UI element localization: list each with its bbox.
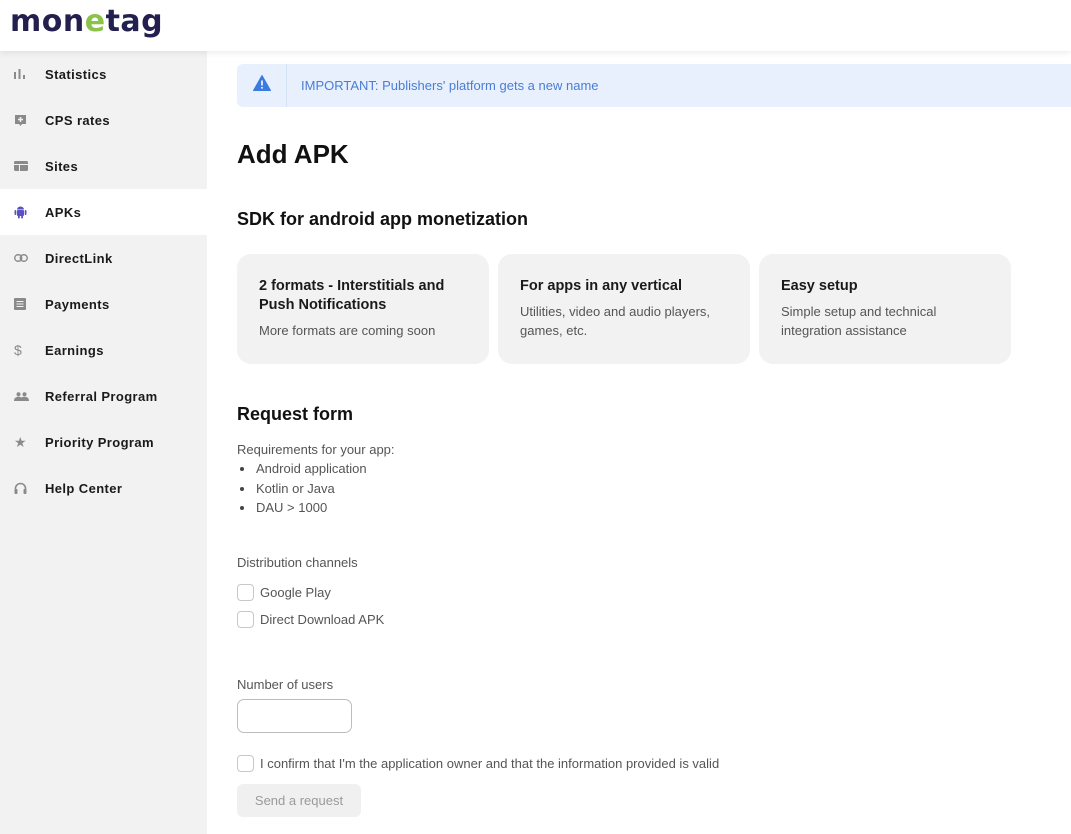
card-text: More formats are coming soon (259, 323, 436, 338)
feature-card: Easy setup Simple setup and technical in… (759, 254, 1011, 364)
people-icon (0, 391, 45, 401)
direct-download-checkbox[interactable] (237, 611, 254, 628)
sidebar-item-label: Priority Program (45, 434, 154, 450)
link-icon (0, 254, 45, 262)
plus-box-icon (0, 114, 45, 127)
sidebar-item-label: Statistics (45, 66, 107, 82)
main-content: IMPORTANT: Publishers' platform gets a n… (207, 51, 1071, 834)
distribution-channels-label: Distribution channels (237, 555, 358, 570)
warning-icon (252, 75, 271, 96)
direct-download-option[interactable]: Direct Download APK (237, 611, 384, 628)
sidebar-item-earnings[interactable]: $ Earnings (0, 327, 207, 373)
notice-icon-container (237, 64, 287, 107)
sidebar-item-referral-program[interactable]: Referral Program (0, 373, 207, 419)
requirements-label: Requirements for your app: (237, 442, 395, 457)
card-text: Utilities, video and audio players, game… (520, 304, 711, 338)
send-request-button[interactable]: Send a request (237, 784, 361, 817)
feature-card: For apps in any vertical Utilities, vide… (498, 254, 750, 364)
card-title: 2 formats - Interstitials and Push Notif… (259, 278, 445, 313)
sidebar: Statistics CPS rates Sites APKs DirectLi… (0, 51, 207, 834)
number-of-users-label: Number of users (237, 677, 334, 692)
request-form-title: Request form (237, 404, 354, 424)
section-title: SDK for android app monetization (237, 209, 528, 229)
feature-cards: 2 formats - Interstitials and Push Notif… (237, 254, 1011, 364)
document-list-icon (0, 298, 45, 310)
checkbox-label: I confirm that I'm the application owner… (260, 756, 720, 771)
sidebar-item-label: Referral Program (45, 388, 158, 404)
dollar-icon: $ (14, 342, 22, 358)
sidebar-item-payments[interactable]: Payments (0, 281, 207, 327)
requirement-item: Android application (237, 459, 367, 479)
sidebar-item-apks[interactable]: APKs (0, 189, 207, 235)
feature-card: 2 formats - Interstitials and Push Notif… (237, 254, 489, 364)
requirement-item: Kotlin or Java (237, 479, 367, 499)
sidebar-item-sites[interactable]: Sites (0, 143, 207, 189)
headset-icon (0, 482, 45, 495)
checkbox-label: Google Play (260, 585, 331, 600)
sidebar-item-directlink[interactable]: DirectLink (0, 235, 207, 281)
number-of-users-input[interactable] (237, 699, 352, 733)
sidebar-item-label: Sites (45, 158, 79, 174)
page-title: Add APK (237, 139, 349, 169)
sidebar-item-label: Help Center (45, 480, 123, 496)
sidebar-item-label: APKs (45, 204, 82, 220)
owner-confirmation-option[interactable]: I confirm that I'm the application owner… (237, 755, 719, 772)
monetag-logo[interactable]: monetag (10, 4, 163, 39)
notice-text: IMPORTANT: Publishers' platform gets a n… (301, 78, 599, 93)
android-icon (0, 205, 45, 219)
sidebar-item-help-center[interactable]: Help Center (0, 465, 207, 511)
sidebar-item-cps-rates[interactable]: CPS rates (0, 97, 207, 143)
bar-chart-icon (0, 69, 45, 79)
star-icon: ★ (14, 433, 27, 450)
card-title: For apps in any vertical (520, 278, 682, 294)
browser-window-icon (0, 161, 45, 171)
checkbox-label: Direct Download APK (260, 612, 385, 627)
sidebar-item-label: Payments (45, 296, 110, 312)
card-text: Simple setup and technical integration a… (781, 304, 937, 338)
sidebar-item-label: Earnings (45, 342, 104, 358)
sidebar-item-label: CPS rates (45, 112, 111, 128)
requirements-list: Android application Kotlin or Java DAU >… (237, 459, 367, 518)
owner-confirmation-checkbox[interactable] (237, 755, 254, 772)
requirement-item: DAU > 1000 (237, 498, 367, 518)
important-notice-banner[interactable]: IMPORTANT: Publishers' platform gets a n… (237, 64, 1071, 107)
sidebar-item-priority-program[interactable]: ★ Priority Program (0, 419, 207, 465)
google-play-option[interactable]: Google Play (237, 584, 331, 601)
card-title: Easy setup (781, 278, 858, 294)
top-bar: monetag (0, 0, 1071, 51)
sidebar-item-statistics[interactable]: Statistics (0, 51, 207, 97)
sidebar-item-label: DirectLink (45, 250, 113, 266)
google-play-checkbox[interactable] (237, 584, 254, 601)
